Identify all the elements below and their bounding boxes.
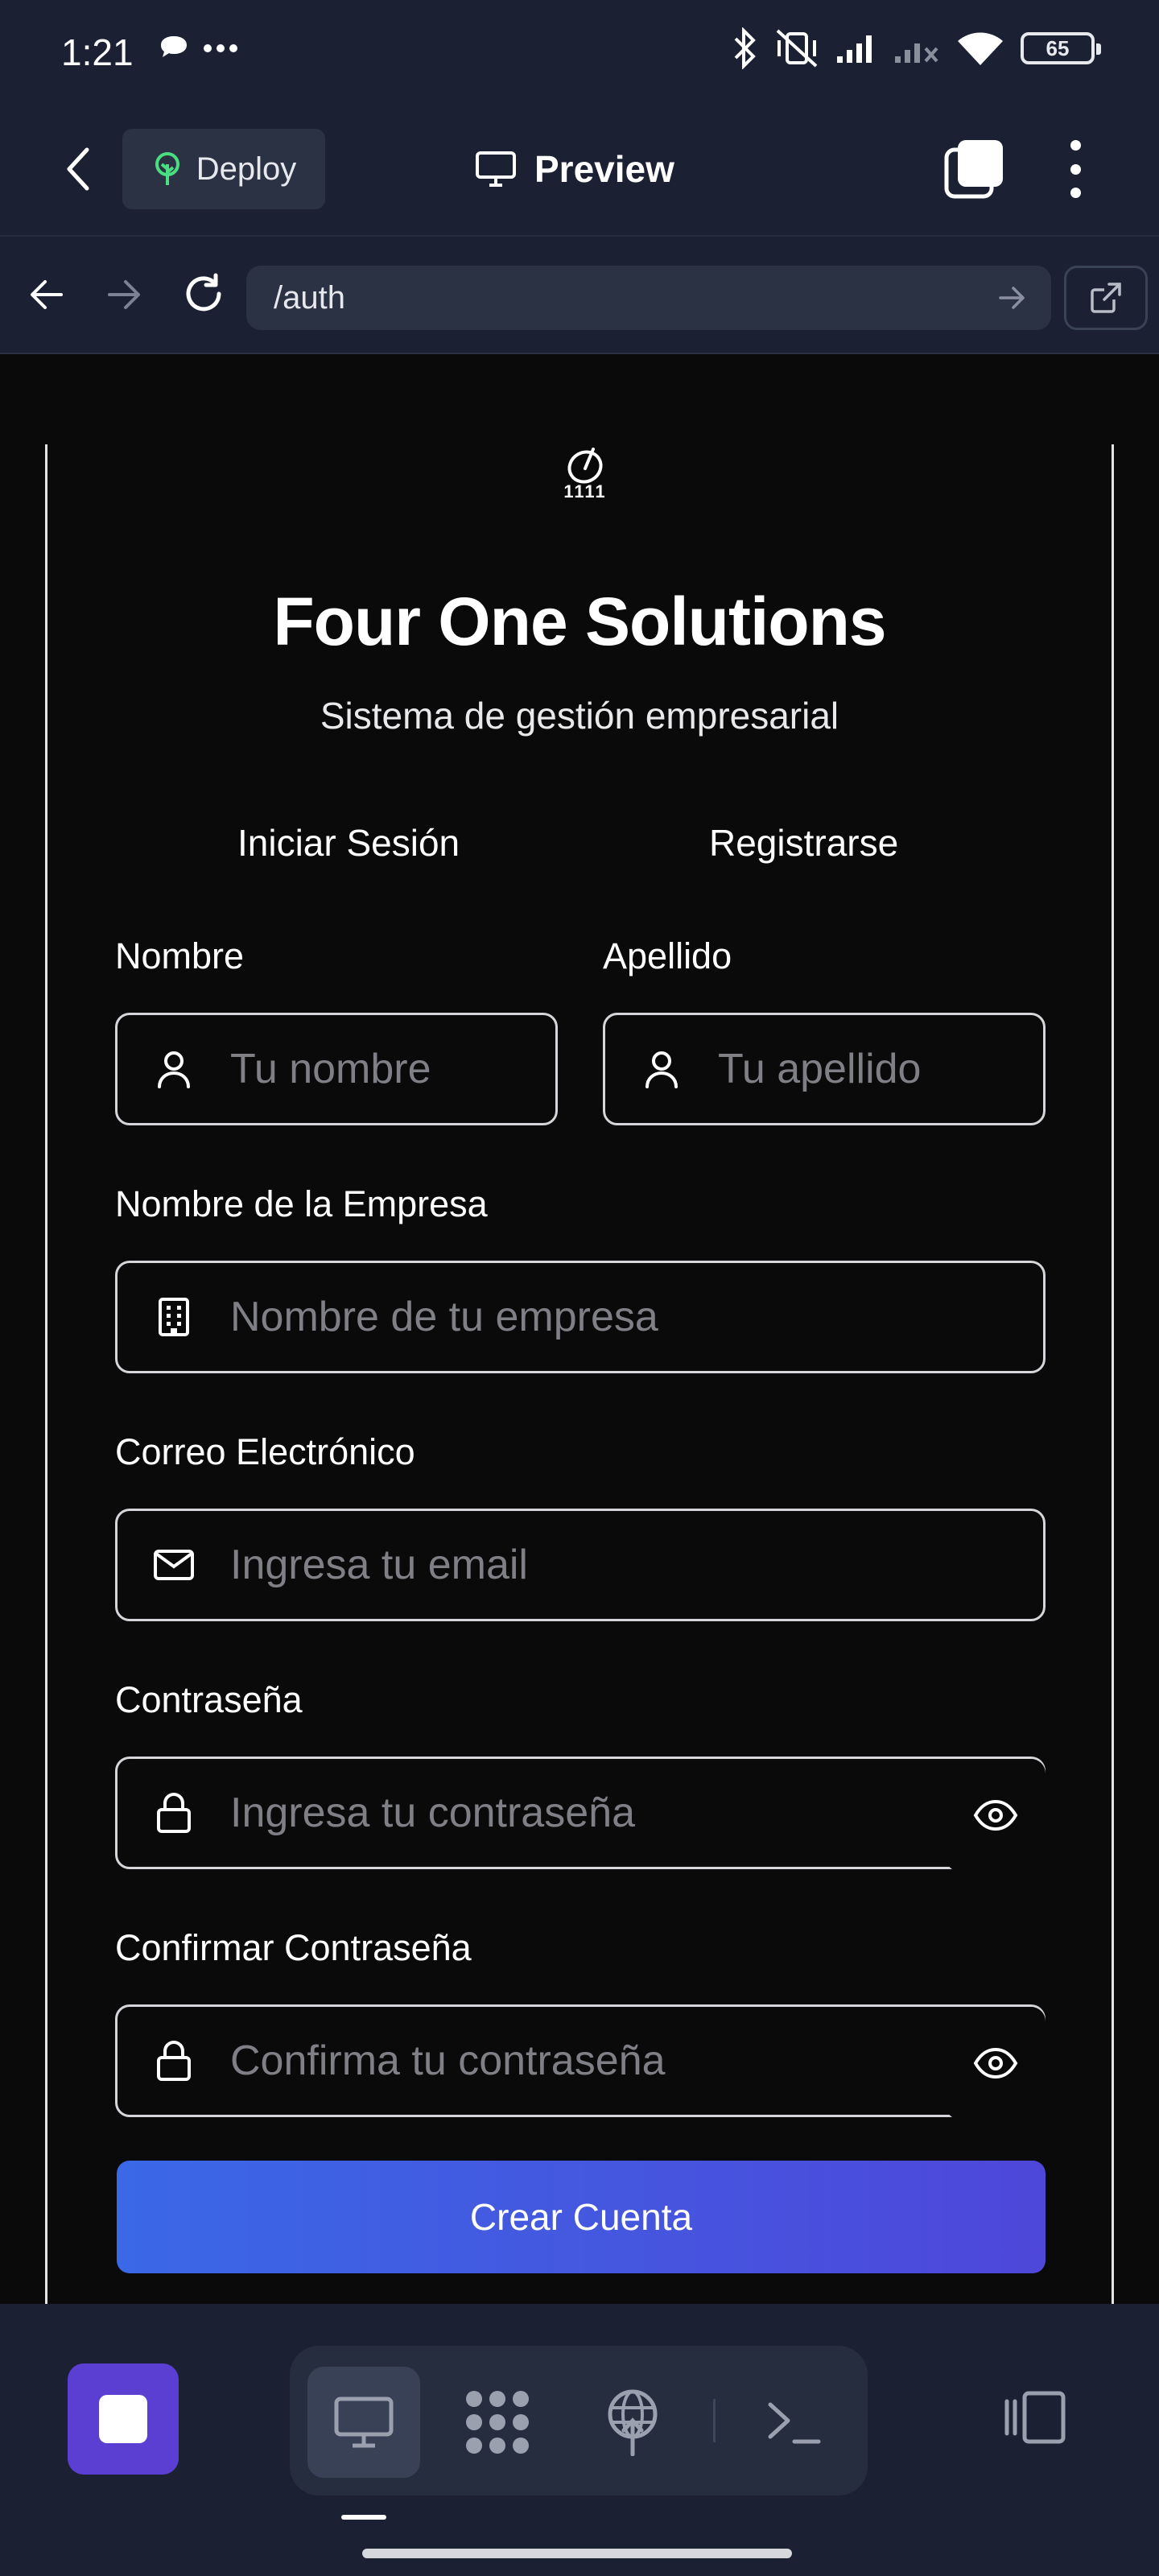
bottom-toolbar [0, 2304, 1159, 2576]
home-indicator[interactable] [362, 2549, 792, 2558]
user-icon [118, 1015, 230, 1123]
view-switcher [290, 2346, 868, 2496]
brand-logo-text: 1111 [563, 481, 607, 502]
stop-icon [99, 2395, 147, 2443]
signal-icon [837, 35, 872, 63]
external-link-icon [1091, 283, 1121, 313]
preview-viewport: 1111 Four One Solutions Sistema de gesti… [0, 354, 1159, 2304]
nav-forward-button[interactable] [98, 269, 150, 320]
monitor-icon [476, 151, 516, 187]
desktop-icon [334, 2396, 394, 2448]
email-label: Correo Electrónico [115, 1431, 415, 1472]
company-label: Nombre de la Empresa [115, 1183, 488, 1224]
arrow-right-icon [108, 280, 140, 309]
tabs-button[interactable] [943, 138, 1004, 200]
open-external-button[interactable] [1064, 266, 1148, 330]
company-input[interactable] [230, 1293, 1043, 1341]
divider [713, 2399, 716, 2442]
user-icon [605, 1015, 718, 1123]
last-name-input[interactable] [718, 1045, 1043, 1093]
password-field[interactable] [115, 1757, 1046, 1872]
side-panel-button[interactable] [998, 2381, 1070, 2454]
arrow-right-icon [999, 287, 1025, 309]
dots-grid-icon [466, 2391, 529, 2454]
wifi-icon [958, 32, 1003, 65]
page-subtitle: Sistema de gestión empresarial [320, 695, 839, 737]
vibrate-off-icon [776, 29, 818, 68]
lock-icon [118, 1759, 230, 1867]
toggle-confirm-password-visibility-button[interactable] [946, 2007, 1046, 2120]
toggle-password-visibility-button[interactable] [946, 1759, 1046, 1872]
building-icon [118, 1263, 230, 1371]
status-system-icons: 65 [731, 27, 1101, 69]
confirm-password-label: Confirmar Contraseña [115, 1927, 472, 1968]
password-input[interactable] [230, 1789, 1043, 1837]
email-field[interactable] [115, 1509, 1046, 1621]
reload-icon [186, 273, 221, 312]
chat-bubble-icon [161, 36, 187, 57]
app-header: Deploy Preview [0, 103, 1159, 235]
mail-icon [118, 1511, 230, 1619]
globe-upload-icon [608, 2389, 658, 2456]
dot-icon [1070, 140, 1081, 151]
email-input[interactable] [230, 1541, 1043, 1589]
battery-icon: 65 [1021, 32, 1101, 64]
last-name-field[interactable] [603, 1013, 1046, 1125]
terminal-icon [768, 2402, 821, 2444]
desktop-view-button[interactable] [307, 2367, 420, 2478]
dots-grid-button[interactable] [441, 2367, 554, 2478]
eye-icon [973, 1799, 1018, 1831]
publish-button[interactable] [576, 2367, 689, 2478]
tree-icon [155, 152, 179, 185]
arrow-left-icon [31, 280, 63, 309]
url-field[interactable]: /auth [246, 266, 1051, 330]
nav-back-button[interactable] [21, 269, 72, 320]
first-name-field[interactable] [115, 1013, 558, 1125]
more-options-button[interactable] [1046, 135, 1104, 203]
auth-card: 1111 Four One Solutions Sistema de gesti… [45, 444, 1114, 2304]
chevron-left-icon [67, 147, 89, 191]
deploy-label: Deploy [196, 151, 297, 187]
url-go-button[interactable] [993, 279, 1032, 317]
confirm-password-input[interactable] [230, 2037, 1043, 2085]
deploy-button[interactable]: Deploy [122, 129, 325, 209]
eye-icon [973, 2047, 1018, 2079]
url-bar: /auth [0, 235, 1159, 354]
stop-button[interactable] [68, 2363, 179, 2475]
status-notification-icons [158, 34, 238, 63]
company-field[interactable] [115, 1261, 1046, 1373]
back-button[interactable] [50, 140, 108, 198]
dot-icon [1070, 188, 1081, 198]
more-dots-icon [204, 44, 237, 52]
battery-level: 65 [1046, 35, 1070, 60]
tab-register[interactable]: Registrarse [709, 821, 898, 865]
side-panel-icon [1004, 2391, 1066, 2444]
brand-logo-icon [567, 448, 603, 484]
lock-icon [118, 2007, 230, 2115]
brand-logo: 1111 [553, 444, 617, 506]
preview-label: Preview [534, 148, 674, 190]
terminal-button[interactable] [737, 2367, 850, 2478]
signal-off-icon [895, 43, 938, 63]
page-title: Four One Solutions [273, 584, 886, 659]
preview-title: Preview [475, 142, 674, 196]
first-name-label: Nombre [115, 935, 245, 976]
reload-button[interactable] [175, 266, 232, 322]
bluetooth-icon [734, 27, 756, 69]
dot-icon [1070, 163, 1081, 175]
tab-login[interactable]: Iniciar Sesión [237, 821, 460, 865]
active-tab-indicator [341, 2515, 386, 2520]
create-account-button[interactable]: Crear Cuenta [117, 2161, 1046, 2273]
status-bar: 1:21 65 [0, 0, 1159, 103]
status-time: 1:21 [61, 31, 134, 73]
tabs-icon [944, 140, 1003, 199]
first-name-input[interactable] [230, 1045, 555, 1093]
confirm-password-field[interactable] [115, 2004, 1046, 2120]
url-text: /auth [274, 279, 345, 316]
last-name-label: Apellido [603, 935, 732, 976]
password-label: Contraseña [115, 1679, 303, 1720]
